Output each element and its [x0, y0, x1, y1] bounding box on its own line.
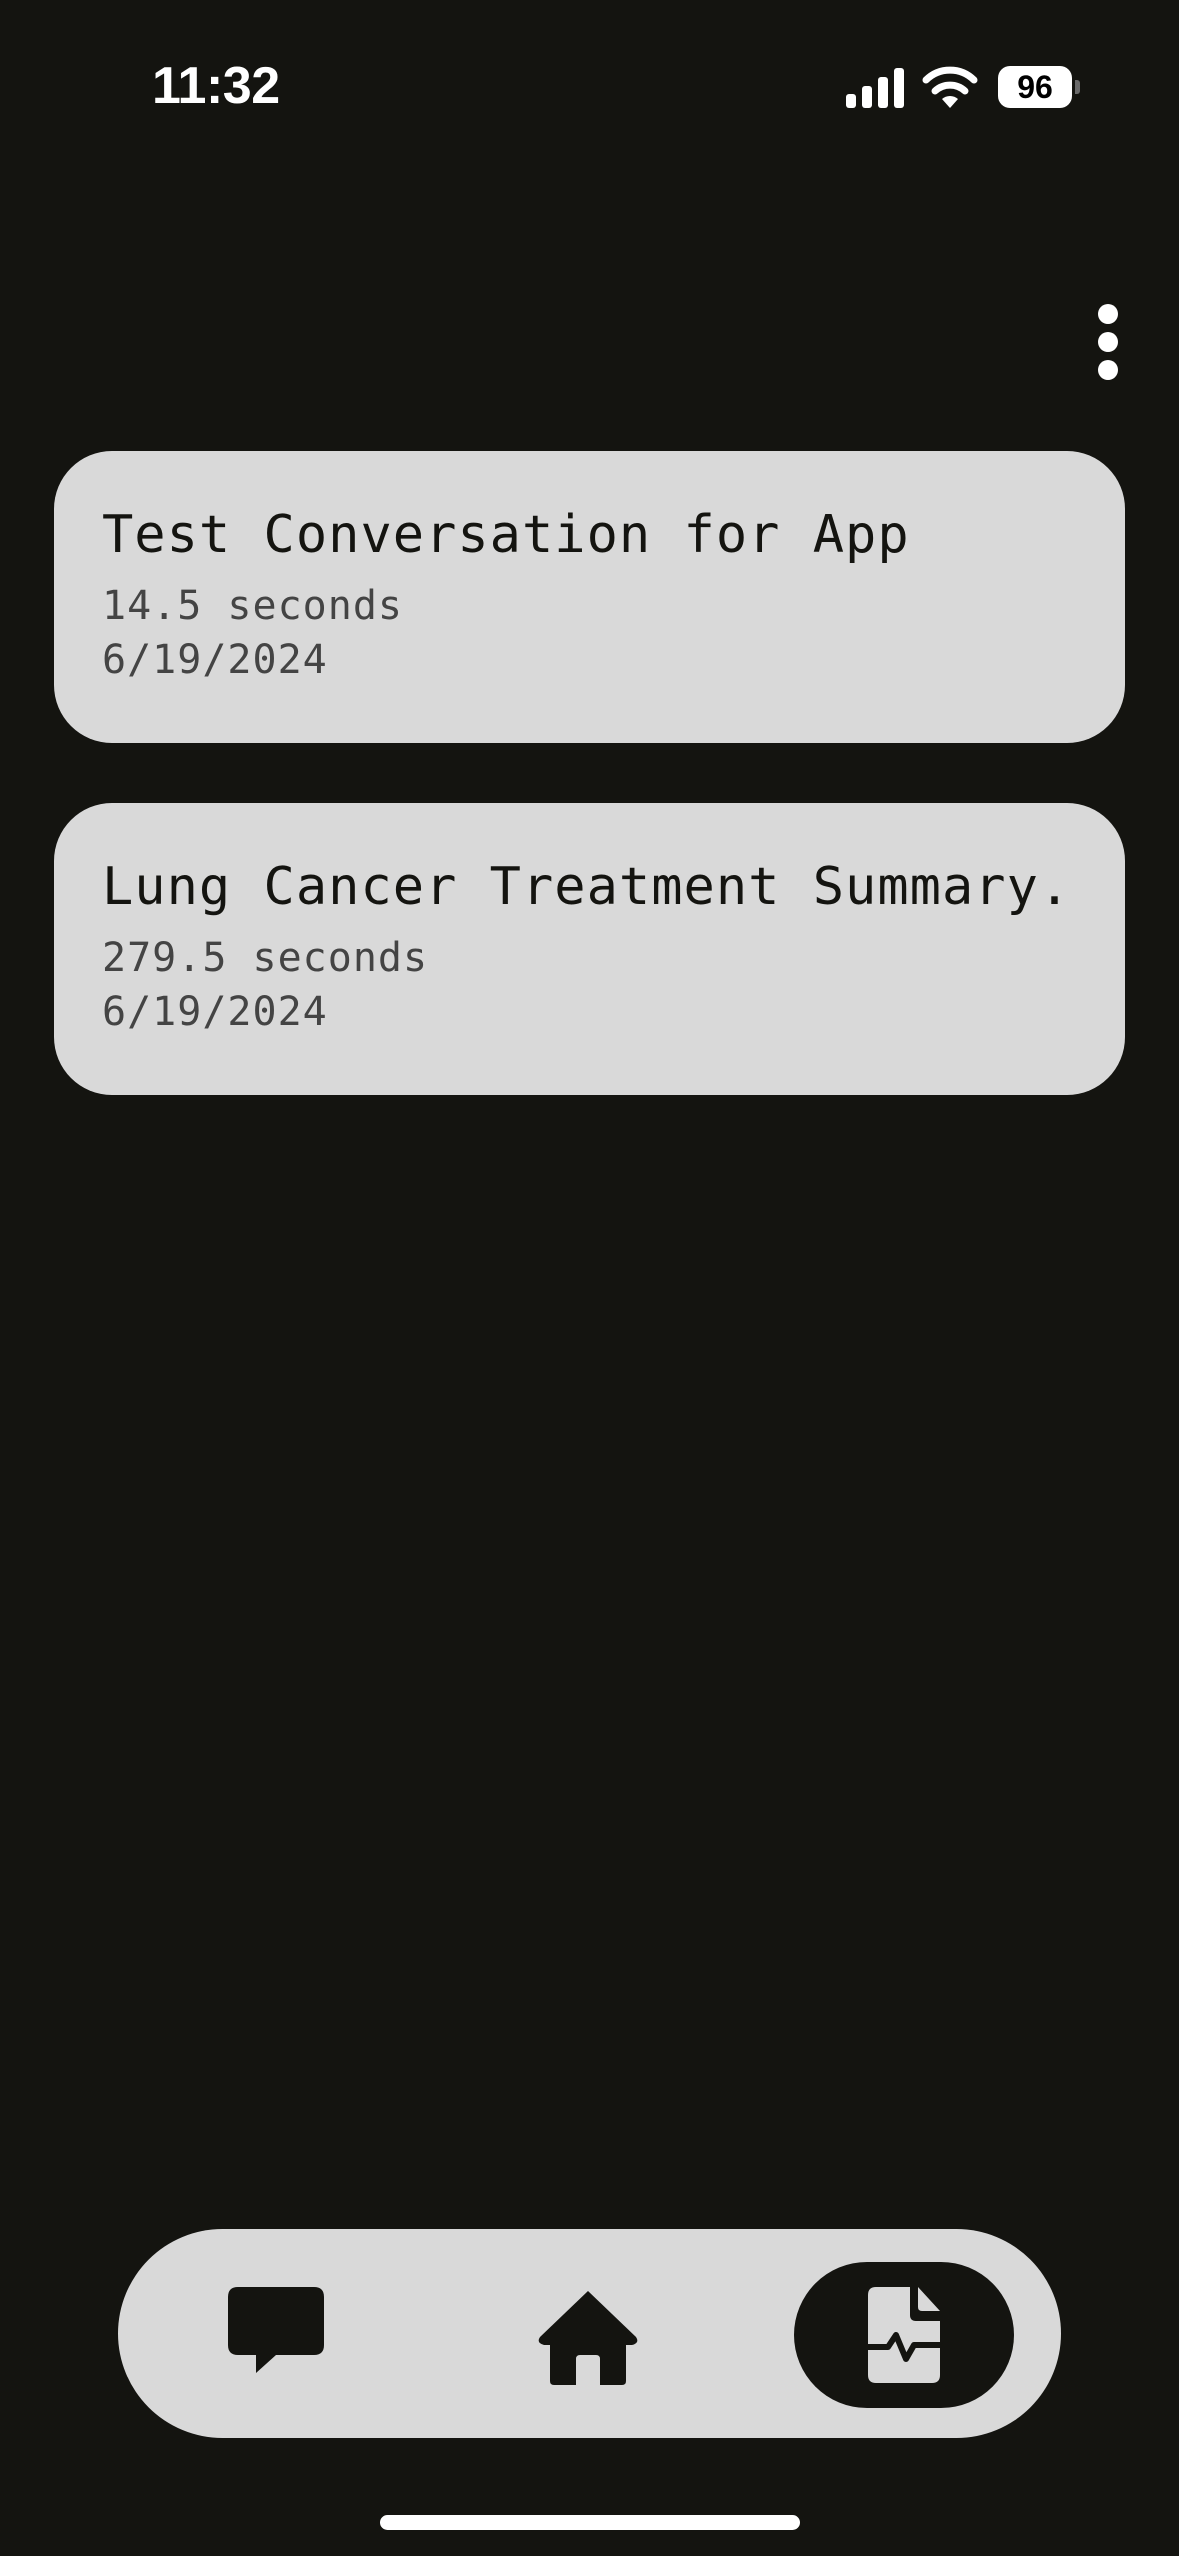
wifi-icon	[922, 66, 978, 108]
conversation-card[interactable]: Test Conversation for App 14.5 seconds 6…	[54, 451, 1125, 743]
conversation-duration: 279.5 seconds	[102, 935, 429, 981]
conversation-duration: 14.5 seconds	[102, 583, 403, 629]
home-icon	[538, 2291, 638, 2385]
battery-icon: 96	[998, 66, 1080, 108]
chat-bubble-icon	[228, 2287, 324, 2373]
more-vertical-icon[interactable]	[1085, 296, 1131, 388]
nav-chat-button[interactable]	[218, 2275, 338, 2395]
cellular-signal-icon	[846, 68, 904, 108]
menu-dot	[1098, 304, 1118, 324]
conversation-title: Lung Cancer Treatment Summary.	[102, 857, 1072, 917]
conversation-date: 6/19/2024	[102, 989, 328, 1035]
menu-dot	[1098, 332, 1118, 352]
nav-reports-button[interactable]	[794, 2262, 1014, 2408]
conversation-list: Test Conversation for App 14.5 seconds 6…	[54, 451, 1125, 1155]
nav-home-button[interactable]	[528, 2275, 648, 2395]
status-time: 11:32	[152, 57, 280, 115]
conversation-title: Test Conversation for App	[102, 505, 910, 565]
battery-tip	[1075, 80, 1080, 94]
battery-level: 96	[998, 66, 1072, 108]
conversation-date: 6/19/2024	[102, 637, 328, 683]
conversation-card[interactable]: Lung Cancer Treatment Summary. 279.5 sec…	[54, 803, 1125, 1095]
menu-dot	[1098, 360, 1118, 380]
medical-report-icon	[865, 2287, 943, 2383]
bottom-nav-bar	[118, 2229, 1061, 2438]
status-bar: 11:32 96	[0, 0, 1179, 150]
home-indicator[interactable]	[380, 2515, 800, 2530]
